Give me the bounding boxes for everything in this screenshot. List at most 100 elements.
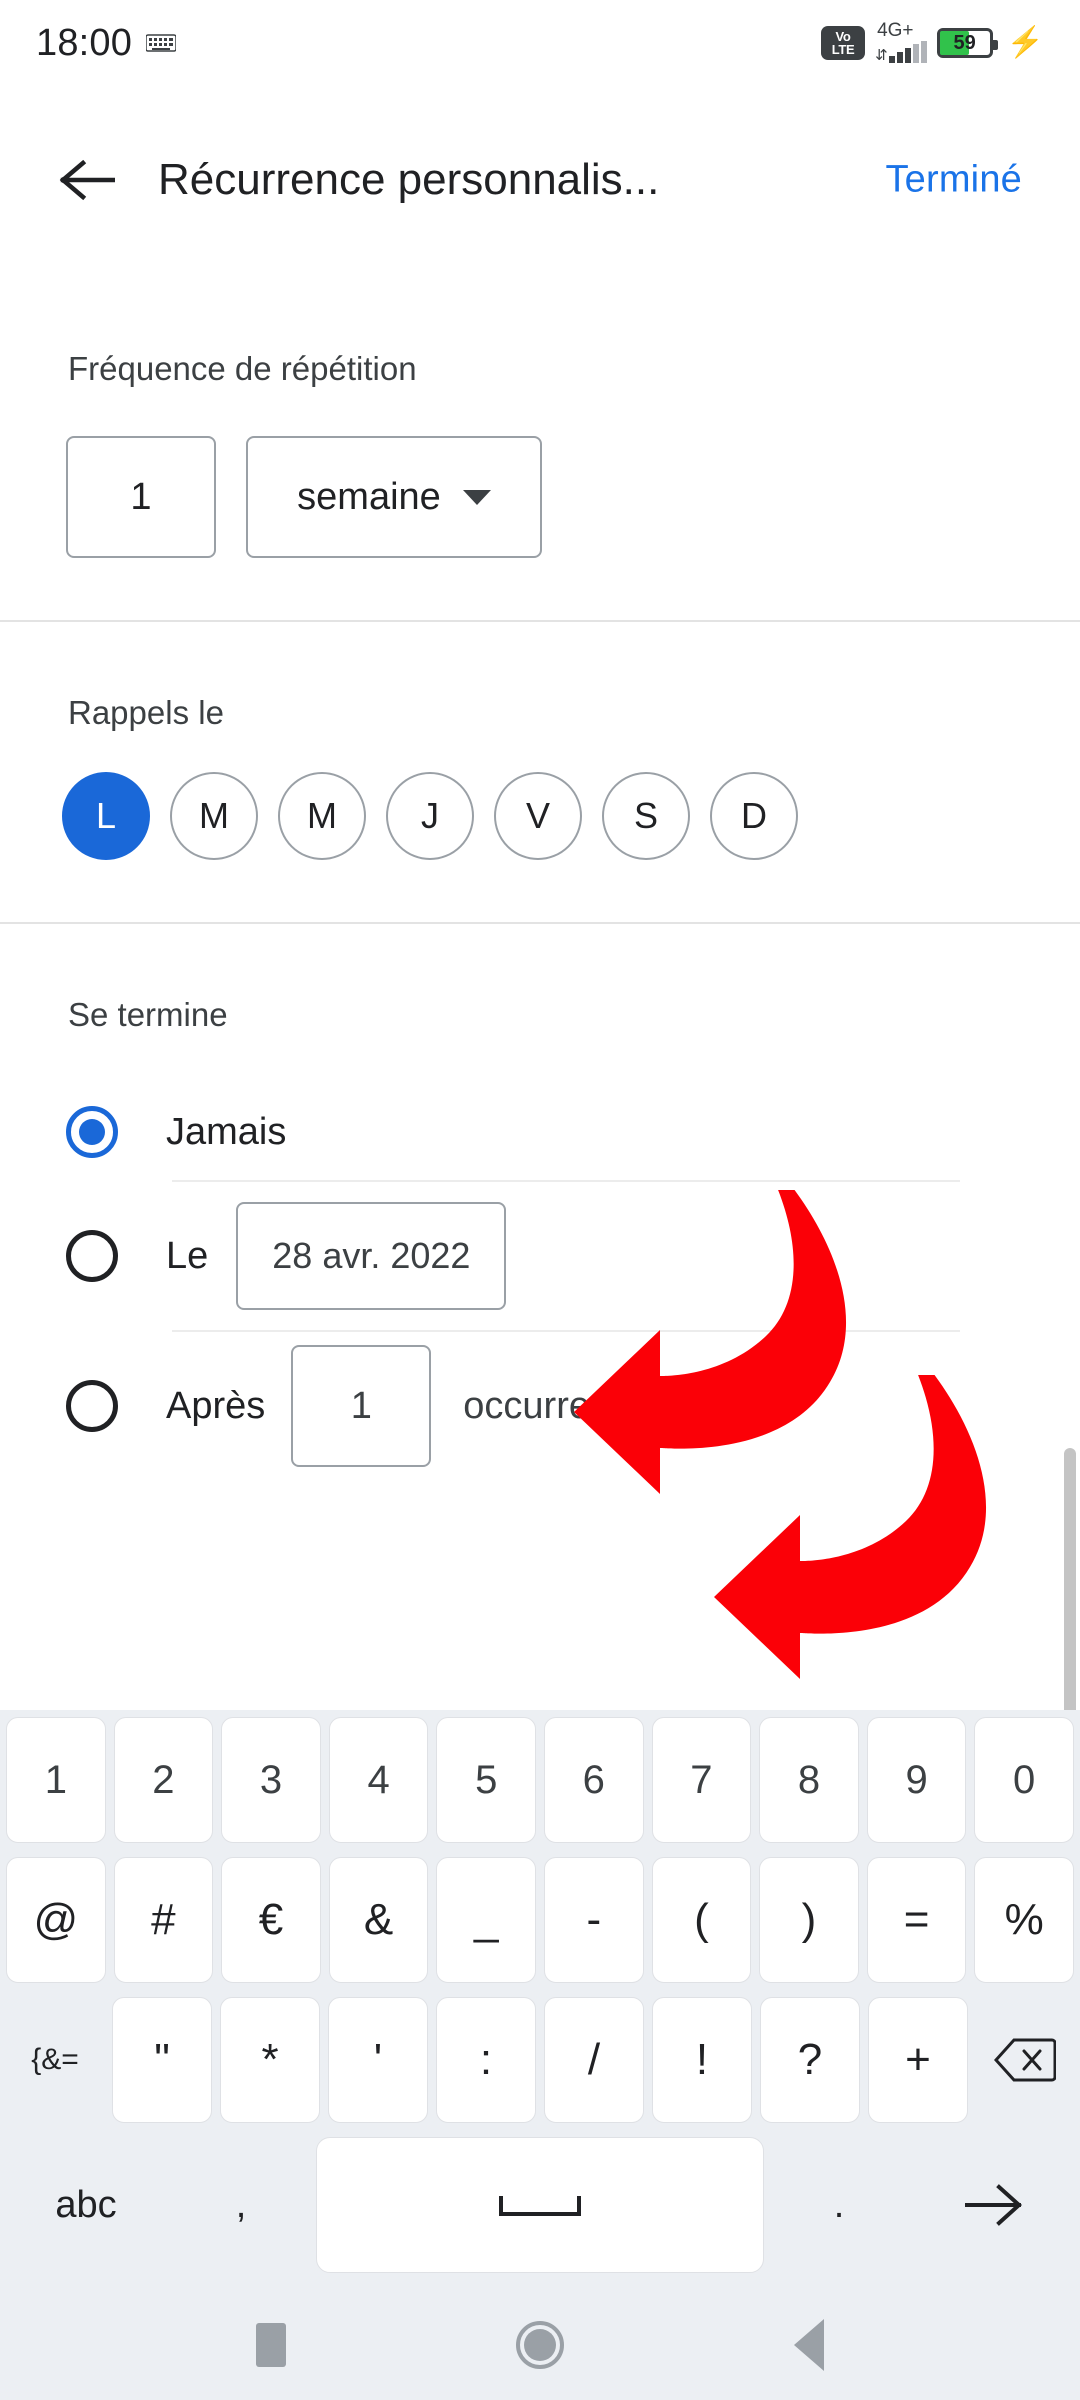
ends-label: Se termine [68, 996, 228, 1033]
key-7[interactable]: 7 [651, 1717, 752, 1843]
frequency-count-input[interactable]: 1 [66, 436, 216, 558]
status-bar-right: Vo LTE 4G+ ⇵ 59 ⚡ [821, 21, 1044, 63]
ends-section: Se termine Jamais Le 28 avr. 2022 Après … [0, 924, 1080, 1480]
ends-never-label: Jamais [166, 1110, 287, 1153]
signal-bar-2 [896, 52, 903, 63]
battery-percent-label: 59 [953, 31, 976, 54]
backspace-icon-svg [994, 2038, 1056, 2082]
key-equals[interactable]: = [866, 1857, 967, 1983]
volte-icon: Vo LTE [821, 26, 866, 60]
key-paren-close[interactable]: ) [759, 1857, 859, 1983]
space-icon [499, 2196, 581, 2216]
day-chips-row: L M M J V S D [0, 772, 1080, 860]
key-3[interactable]: 3 [221, 1717, 321, 1843]
arrow-left-icon[interactable] [52, 145, 122, 215]
circle-home-icon[interactable] [516, 2321, 564, 2369]
key-8[interactable]: 8 [759, 1717, 859, 1843]
signal-bars-icon: ⇵ [875, 41, 927, 63]
key-colon[interactable]: : [436, 1997, 536, 2123]
occurrence-unit-label: occurrence [463, 1384, 652, 1427]
ends-on-date-row[interactable]: Le 28 avr. 2022 [0, 1182, 1080, 1330]
key-at[interactable]: @ [6, 1857, 106, 1983]
days-spacer [0, 860, 1080, 922]
radio-on-date[interactable] [66, 1230, 118, 1282]
key-1[interactable]: 1 [6, 1717, 106, 1843]
day-chip-saturday[interactable]: S [602, 772, 690, 860]
status-bar-left: 18:00 [36, 21, 177, 65]
ends-on-label: Le [166, 1234, 209, 1277]
key-quote-single[interactable]: ' [328, 1997, 428, 2123]
day-chip-monday[interactable]: L [62, 772, 150, 860]
day-chip-friday[interactable]: V [494, 772, 582, 860]
key-4[interactable]: 4 [328, 1717, 429, 1843]
key-period[interactable]: . [764, 2142, 914, 2268]
frequency-spacer [0, 558, 1080, 620]
key-euro[interactable]: € [221, 1857, 321, 1983]
key-paren-open[interactable]: ( [651, 1857, 752, 1983]
radio-after-count[interactable] [66, 1380, 118, 1432]
occurrence-count-input[interactable]: 1 [291, 1345, 432, 1467]
status-bar: 18:00 Vo LTE 4G+ ⇵ 59 ⚡ [0, 0, 1080, 86]
key-abc-switch[interactable]: abc [6, 2142, 166, 2268]
keyboard-row-bottom: abc , . [0, 2130, 1080, 2280]
keyboard-row-numbers: 1 2 3 4 5 6 7 8 9 0 [0, 1710, 1080, 1850]
days-label: Rappels le [68, 694, 224, 731]
key-2[interactable]: 2 [113, 1717, 214, 1843]
key-question[interactable]: ? [760, 1997, 860, 2123]
chevron-down-icon [462, 489, 491, 505]
key-comma[interactable]: , [166, 2142, 316, 2268]
frequency-unit-dropdown[interactable]: semaine [246, 436, 542, 558]
ends-never-row[interactable]: Jamais [0, 1084, 1080, 1180]
key-9[interactable]: 9 [866, 1717, 967, 1843]
frequency-unit-label: semaine [297, 475, 441, 518]
key-ampersand[interactable]: & [328, 1857, 429, 1983]
day-chip-sunday[interactable]: D [710, 772, 798, 860]
signal-bar-5 [920, 41, 927, 63]
key-slash[interactable]: / [544, 1997, 644, 2123]
key-plus[interactable]: + [868, 1997, 968, 2123]
signal-bar-1 [888, 56, 895, 63]
key-symbols-toggle[interactable]: {&= [6, 1997, 104, 2123]
key-hyphen[interactable]: - [544, 1857, 644, 1983]
key-quote-double[interactable]: " [112, 1997, 212, 2123]
ends-after-row[interactable]: Après 1 occurrence [0, 1332, 1080, 1480]
data-transfer-arrows-icon: ⇵ [875, 47, 888, 64]
keyboard-icon [145, 33, 177, 53]
arrow-right-icon-svg [965, 2184, 1022, 2226]
app-bar: Récurrence personnalis... Terminé [0, 120, 1080, 240]
arrow-left-icon-svg [59, 159, 115, 201]
frequency-label: Fréquence de répétition [68, 350, 417, 387]
network-indicator: 4G+ ⇵ [875, 21, 927, 63]
day-chip-wednesday[interactable]: M [278, 772, 366, 860]
key-5[interactable]: 5 [436, 1717, 536, 1843]
frequency-section: Fréquence de répétition 1 semaine [0, 240, 1080, 620]
ends-after-label: Après [166, 1384, 266, 1427]
page-title: Récurrence personnalis... [158, 155, 660, 204]
arrow-right-icon[interactable] [914, 2142, 1074, 2268]
key-exclamation[interactable]: ! [652, 1997, 752, 2123]
day-chip-tuesday[interactable]: M [170, 772, 258, 860]
key-asterisk[interactable]: * [220, 1997, 320, 2123]
triangle-back-icon[interactable] [794, 2319, 824, 2371]
square-recents-icon[interactable] [256, 2323, 286, 2367]
key-spacebar[interactable] [316, 2137, 764, 2273]
signal-bar-3 [904, 48, 911, 63]
settings-content: Fréquence de répétition 1 semaine Rappel… [0, 240, 1080, 1710]
end-date-input[interactable]: 28 avr. 2022 [236, 1202, 507, 1310]
scrollbar-thumb[interactable] [1064, 1448, 1076, 1710]
status-clock: 18:00 [36, 21, 133, 64]
key-underscore[interactable]: _ [436, 1857, 536, 1983]
volte-bottom-label: LTE [831, 42, 855, 57]
radio-never[interactable] [66, 1106, 118, 1158]
key-6[interactable]: 6 [544, 1717, 644, 1843]
key-hash[interactable]: # [113, 1857, 214, 1983]
backspace-icon[interactable] [976, 1997, 1074, 2123]
key-percent[interactable]: % [974, 1857, 1074, 1983]
battery-icon: 59 [936, 28, 998, 58]
keyboard-row-symbols-1: @ # € & _ - ( ) = % [0, 1850, 1080, 1990]
day-chip-thursday[interactable]: J [386, 772, 474, 860]
done-button[interactable]: Terminé [885, 159, 1022, 202]
key-0[interactable]: 0 [974, 1717, 1074, 1843]
frequency-row: 1 semaine [0, 436, 1080, 558]
keyboard-icon-svg [145, 34, 177, 52]
